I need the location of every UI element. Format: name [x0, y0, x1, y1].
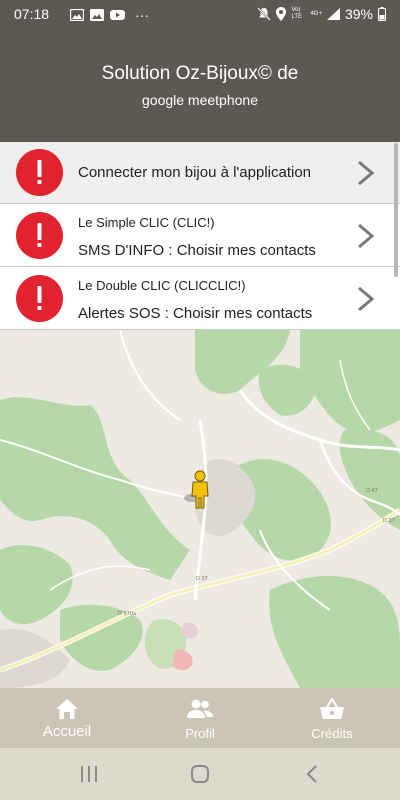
nav-item-home[interactable]: Accueil: [12, 688, 122, 748]
map-road-label: D 970a: [118, 611, 137, 617]
back-icon[interactable]: [298, 762, 328, 786]
nav-label: Accueil: [42, 723, 92, 740]
status-time: 07:18: [14, 6, 50, 22]
home-button-icon[interactable]: [185, 762, 215, 786]
recent-apps-icon[interactable]: [74, 762, 104, 786]
battery-icon: [378, 7, 386, 21]
notification-icons: ···: [70, 7, 149, 23]
map-view[interactable]: D 37 D 970a D 37 D 47: [0, 330, 400, 688]
volte-label: Vo) LTE: [291, 7, 303, 20]
mute-icon: [257, 7, 272, 21]
map-road-label: D 37: [196, 576, 208, 582]
list-item-subtitle: SMS D'INFO : Choisir mes contacts: [78, 242, 316, 259]
people-icon: [187, 699, 213, 718]
nav-item-credits[interactable]: Crédits: [277, 688, 387, 748]
list-item-double-click[interactable]: Le Double CLIC (CLICCLIC!) Alertes SOS :…: [0, 268, 400, 330]
system-navigation-bar: [0, 748, 400, 800]
chevron-right-icon: [358, 286, 375, 312]
list-item-connect-jewel[interactable]: Connecter mon bijou à l'application: [0, 142, 400, 204]
alert-icon: [16, 212, 63, 259]
nav-label: Profil: [185, 726, 215, 741]
list-item-title: Le Double CLIC (CLICCLIC!): [78, 278, 246, 293]
street-view-pegman-icon[interactable]: [189, 470, 211, 510]
network-type: 4G+: [310, 11, 322, 17]
header-title: Solution Oz-Bijoux© de: [101, 63, 299, 84]
alert-icon: [16, 275, 63, 322]
more-notifications: ···: [135, 7, 149, 23]
home-icon: [56, 699, 78, 719]
list-item-label: Connecter mon bijou à l'application: [78, 164, 312, 181]
nav-item-profile[interactable]: Profil: [145, 688, 255, 748]
chevron-right-icon: [358, 223, 375, 249]
youtube-notification-icon: [110, 10, 125, 20]
list-item-subtitle: Alertes SOS : Choisir mes contacts: [78, 305, 313, 322]
gallery-notification-icon: [90, 9, 104, 21]
image-notification-icon: [70, 9, 84, 21]
chevron-right-icon: [358, 160, 375, 186]
alert-icon: [16, 149, 63, 196]
map-road-label: D 37: [383, 518, 395, 524]
status-bar: 07:18 ··· Vo) LTE 4G+ 39%: [0, 0, 400, 28]
app-header: Solution Oz-Bijoux© de google meetphone: [0, 28, 400, 142]
list-item-title: Le Simple CLIC (CLIC!): [78, 215, 215, 230]
location-icon: [276, 7, 287, 21]
signal-icon: [326, 8, 340, 20]
basket-icon: [320, 697, 344, 719]
nav-label: Crédits: [311, 726, 353, 741]
list-item-single-click[interactable]: Le Simple CLIC (CLIC!) SMS D'INFO : Choi…: [0, 205, 400, 267]
scrollbar-thumb[interactable]: [394, 143, 398, 277]
battery-percent: 39%: [344, 6, 373, 22]
map-road-label: D 47: [366, 488, 378, 494]
header-subtitle: google meetphone: [142, 92, 258, 108]
bottom-navigation: Accueil Profil Crédits: [0, 688, 400, 748]
system-icons: Vo) LTE 4G+ 39%: [257, 6, 386, 22]
